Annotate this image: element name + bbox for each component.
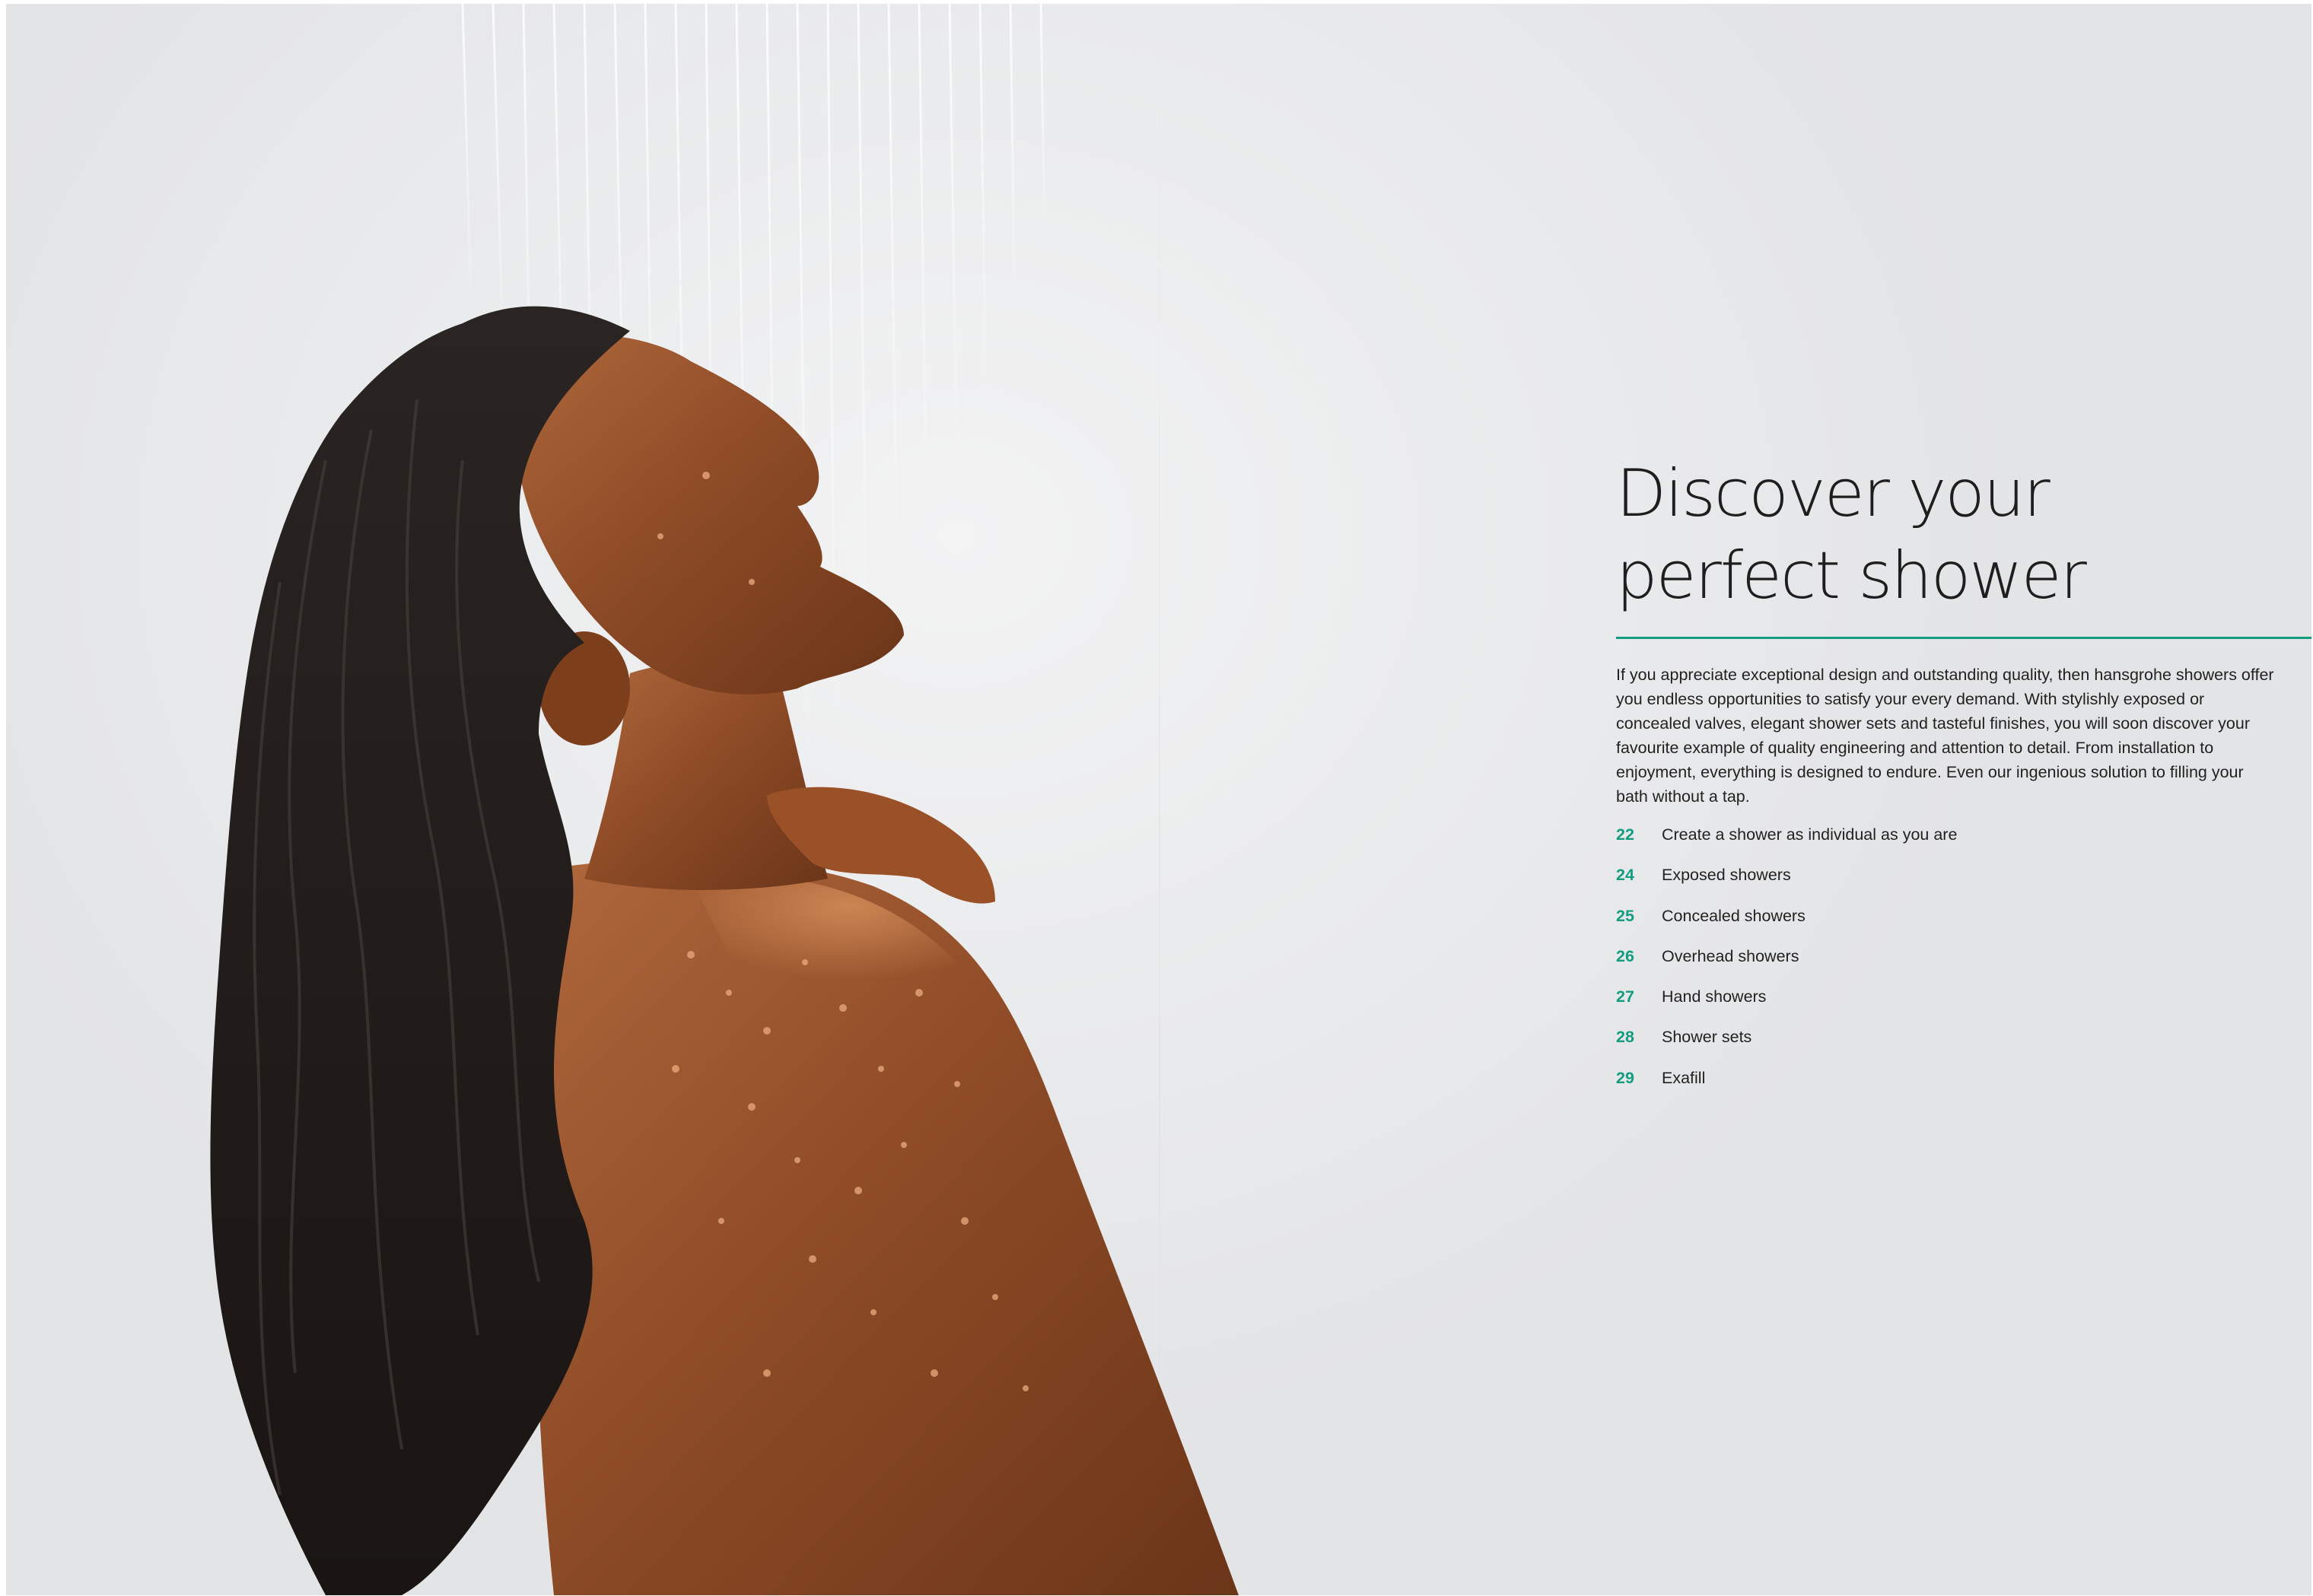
contents-item[interactable]: 27 Hand showers (1616, 987, 2149, 1028)
contents-page-number: 28 (1616, 1028, 1634, 1047)
shower-photo (6, 4, 1300, 1595)
contents-label: Overhead showers (1662, 946, 1799, 965)
brochure-spread: Discover your perfect shower If you appr… (6, 4, 2311, 1595)
contents-item[interactable]: 22 Create a shower as individual as you … (1616, 825, 2149, 866)
intro-paragraph: If you appreciate exceptional design and… (1616, 666, 2274, 806)
contents-item[interactable]: 25 Concealed showers (1616, 907, 2149, 947)
contents-page-number: 22 (1616, 825, 1634, 844)
contents-item[interactable]: 24 Exposed showers (1616, 866, 2149, 906)
contents-page-number: 25 (1616, 906, 1634, 925)
contents-item[interactable]: 26 Overhead showers (1616, 947, 2149, 987)
contents-label: Concealed showers (1662, 906, 1806, 925)
contents-list: 22 Create a shower as individual as you … (1616, 825, 2149, 1109)
contents-item[interactable]: 28 Shower sets (1616, 1028, 2149, 1068)
contents-page-number: 26 (1616, 946, 1634, 965)
contents-label: Exafill (1662, 1068, 1706, 1087)
contents-label: Shower sets (1662, 1028, 1752, 1047)
contents-page-number: 29 (1616, 1068, 1634, 1087)
contents-label: Hand showers (1662, 987, 1767, 1006)
contents-label: Exposed showers (1662, 866, 1791, 885)
contents-page-number: 24 (1616, 866, 1634, 885)
page-title: Discover your perfect shower (1616, 456, 2087, 614)
contents-page-number: 27 (1616, 987, 1634, 1006)
contents-item[interactable]: 29 Exafill (1616, 1069, 2149, 1109)
title-divider (1616, 637, 2311, 639)
contents-label: Create a shower as individual as you are (1662, 825, 1958, 844)
